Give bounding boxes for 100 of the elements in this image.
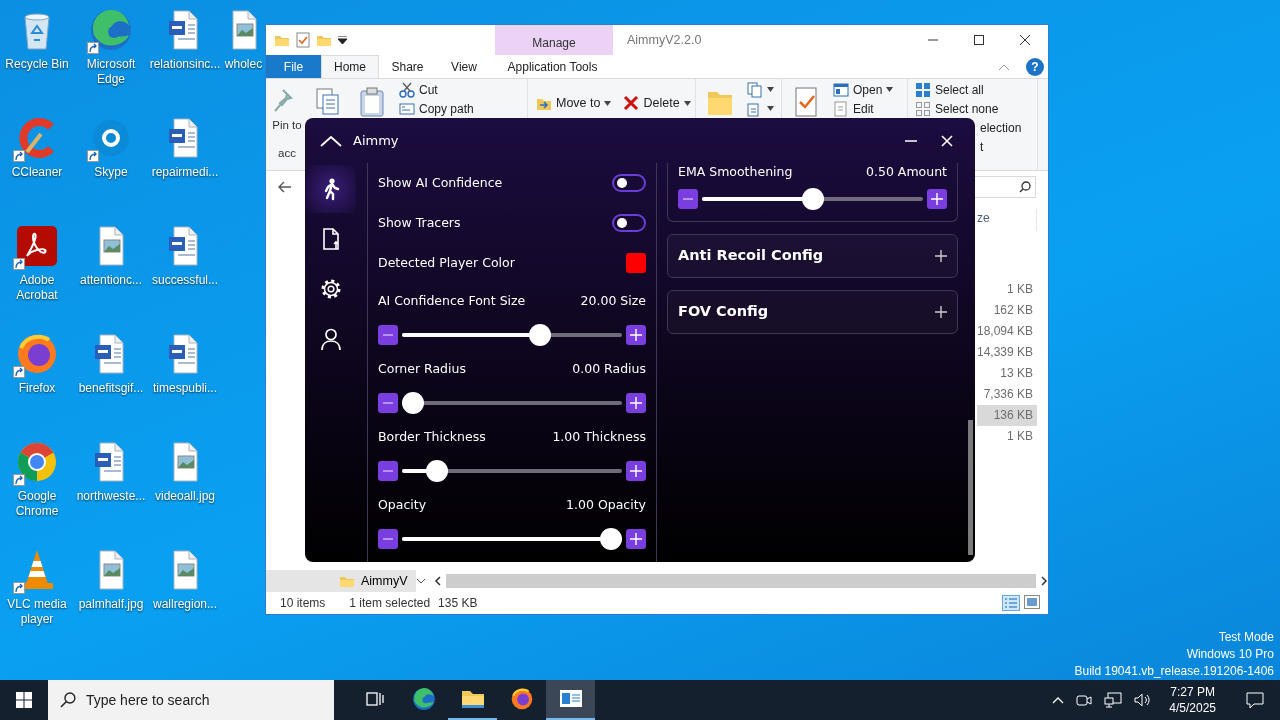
icon-label[interactable]: Recycle Bin xyxy=(5,57,69,72)
ribbon-button[interactable]: Pin to acc xyxy=(270,80,304,160)
ribbon-button[interactable]: Cut xyxy=(396,80,441,99)
ribbon-button[interactable]: Edit xyxy=(830,99,877,118)
slider[interactable] xyxy=(402,528,622,550)
ribbon-button[interactable]: Delete xyxy=(619,91,695,115)
horizontal-scrollbar[interactable] xyxy=(434,573,1048,589)
maximize-icon xyxy=(974,35,984,45)
icon-label[interactable]: Firefox xyxy=(18,381,56,396)
icon-label[interactable]: benefitsgif... xyxy=(78,381,144,396)
increase-button[interactable] xyxy=(626,325,646,345)
section-title: Anti Recoil Config xyxy=(678,246,824,266)
ribbon-button[interactable]: Move to xyxy=(532,91,616,115)
ribbon-tab[interactable]: Home xyxy=(321,55,379,78)
icon-label[interactable]: CCleaner xyxy=(11,165,63,180)
ribbon-button[interactable]: election xyxy=(980,118,1022,137)
decrease-button[interactable] xyxy=(378,529,398,549)
icon-label[interactable]: Microsoft Edge xyxy=(74,57,148,87)
decrease-button[interactable] xyxy=(678,189,698,209)
delete-icon xyxy=(623,95,640,111)
setting-label: Show Tracers xyxy=(378,213,461,232)
search-icon xyxy=(60,692,76,708)
sidebar-tab[interactable] xyxy=(306,165,356,213)
file-size[interactable]: 162 KB xyxy=(977,300,1037,321)
chevron-down-icon xyxy=(416,578,426,584)
slider[interactable] xyxy=(402,324,622,346)
toggle-switch[interactable] xyxy=(612,214,646,232)
file-menu-button[interactable]: File xyxy=(266,55,321,78)
scrollbar-thumb[interactable] xyxy=(968,420,973,555)
caret-icon xyxy=(604,100,612,106)
icon-label[interactable]: attentionc... xyxy=(79,273,142,288)
ribbon-tab[interactable]: Application Tools xyxy=(494,55,611,78)
icon-label[interactable]: northweste... xyxy=(76,489,146,504)
toggle-switch[interactable] xyxy=(612,174,646,192)
icon-label[interactable]: wallregion... xyxy=(153,597,217,612)
setting-value: 20.00 Size xyxy=(580,291,646,310)
select-none-icon xyxy=(915,100,931,117)
color-swatch[interactable] xyxy=(626,253,646,273)
ribbon-button[interactable]: Open xyxy=(830,80,897,99)
minus-icon xyxy=(383,538,393,540)
increase-button[interactable] xyxy=(626,393,646,413)
collapsible-section[interactable]: FOV Config xyxy=(667,290,958,334)
slider-thumb[interactable] xyxy=(402,392,424,414)
ribbon-button[interactable]: Copy path xyxy=(396,99,477,118)
collapsible-section[interactable]: Anti Recoil Config xyxy=(667,234,958,278)
caret-icon xyxy=(683,100,691,106)
search-field[interactable]: Type here to search xyxy=(85,689,334,711)
minus-icon xyxy=(383,402,393,404)
ribbon-button[interactable]: Select none xyxy=(912,99,1002,118)
icon-label[interactable]: Google Chrome xyxy=(0,489,74,519)
slider-thumb[interactable] xyxy=(600,528,622,550)
icon-label[interactable]: relationsinc... xyxy=(149,57,221,72)
increase-button[interactable] xyxy=(626,529,646,549)
icon-label[interactable]: palmhalf.jpg xyxy=(78,597,144,612)
ribbon-tab[interactable]: View xyxy=(436,55,492,78)
file-size[interactable]: 14,339 KB xyxy=(977,342,1037,363)
icon-label[interactable]: VLC media player xyxy=(0,597,74,627)
increase-button[interactable] xyxy=(626,461,646,481)
column-header[interactable]: ze xyxy=(977,209,1037,231)
icon-label[interactable]: wholec xyxy=(224,57,263,72)
decrease-button[interactable] xyxy=(378,393,398,413)
slider-thumb[interactable] xyxy=(528,324,551,346)
ribbon-button[interactable]: t xyxy=(980,137,984,156)
camera-icon xyxy=(1076,692,1093,708)
system-text: Build 19041.vb_release.191206-1406 xyxy=(1074,663,1274,680)
icon-label[interactable]: repairmedi... xyxy=(151,165,219,180)
increase-button[interactable] xyxy=(927,189,947,209)
context-tab-header: Manage xyxy=(495,25,613,55)
slider-thumb[interactable] xyxy=(425,460,448,482)
file-size[interactable]: 136 KB xyxy=(977,405,1037,426)
file-size[interactable]: 7,336 KB xyxy=(977,384,1037,405)
ribbon-tab[interactable]: Share xyxy=(379,55,436,78)
clock[interactable]: 7:27 PM 4/5/2025 xyxy=(1161,684,1224,716)
file-size[interactable]: 13 KB xyxy=(977,363,1037,384)
icon-label[interactable]: videoall.jpg xyxy=(154,489,215,504)
slider[interactable] xyxy=(402,392,622,414)
file-size[interactable]: 18,094 KB xyxy=(977,321,1037,342)
icon-label[interactable]: timespubli... xyxy=(153,381,217,396)
icon-label[interactable]: Skype xyxy=(94,165,128,180)
slider[interactable] xyxy=(702,188,923,210)
setting-label: Opacity xyxy=(378,495,427,514)
ribbon-button[interactable] xyxy=(744,80,777,99)
decrease-button[interactable] xyxy=(378,461,398,481)
user-icon xyxy=(319,327,343,351)
ribbon-button[interactable]: Select all xyxy=(912,80,987,99)
slider-thumb[interactable] xyxy=(801,188,824,210)
taskbar-app[interactable] xyxy=(546,680,595,720)
minus-icon xyxy=(683,198,693,200)
icon-label[interactable]: Adobe Acrobat xyxy=(0,273,74,303)
nav-pane-item[interactable]: AimmyV xyxy=(266,570,416,592)
slider[interactable] xyxy=(402,460,622,482)
window-title: AimmyV2.2.0 xyxy=(627,31,702,49)
back-arrow-icon xyxy=(278,181,292,193)
search-bar[interactable]: Type here to search xyxy=(48,680,334,720)
decrease-button[interactable] xyxy=(378,325,398,345)
setting-value: 1.00 Thickness xyxy=(552,427,646,446)
help-button[interactable]: ? xyxy=(1026,57,1044,76)
file-size[interactable]: 1 KB xyxy=(977,426,1037,447)
file-size[interactable]: 1 KB xyxy=(977,279,1037,300)
icon-label[interactable]: successful... xyxy=(152,273,218,288)
